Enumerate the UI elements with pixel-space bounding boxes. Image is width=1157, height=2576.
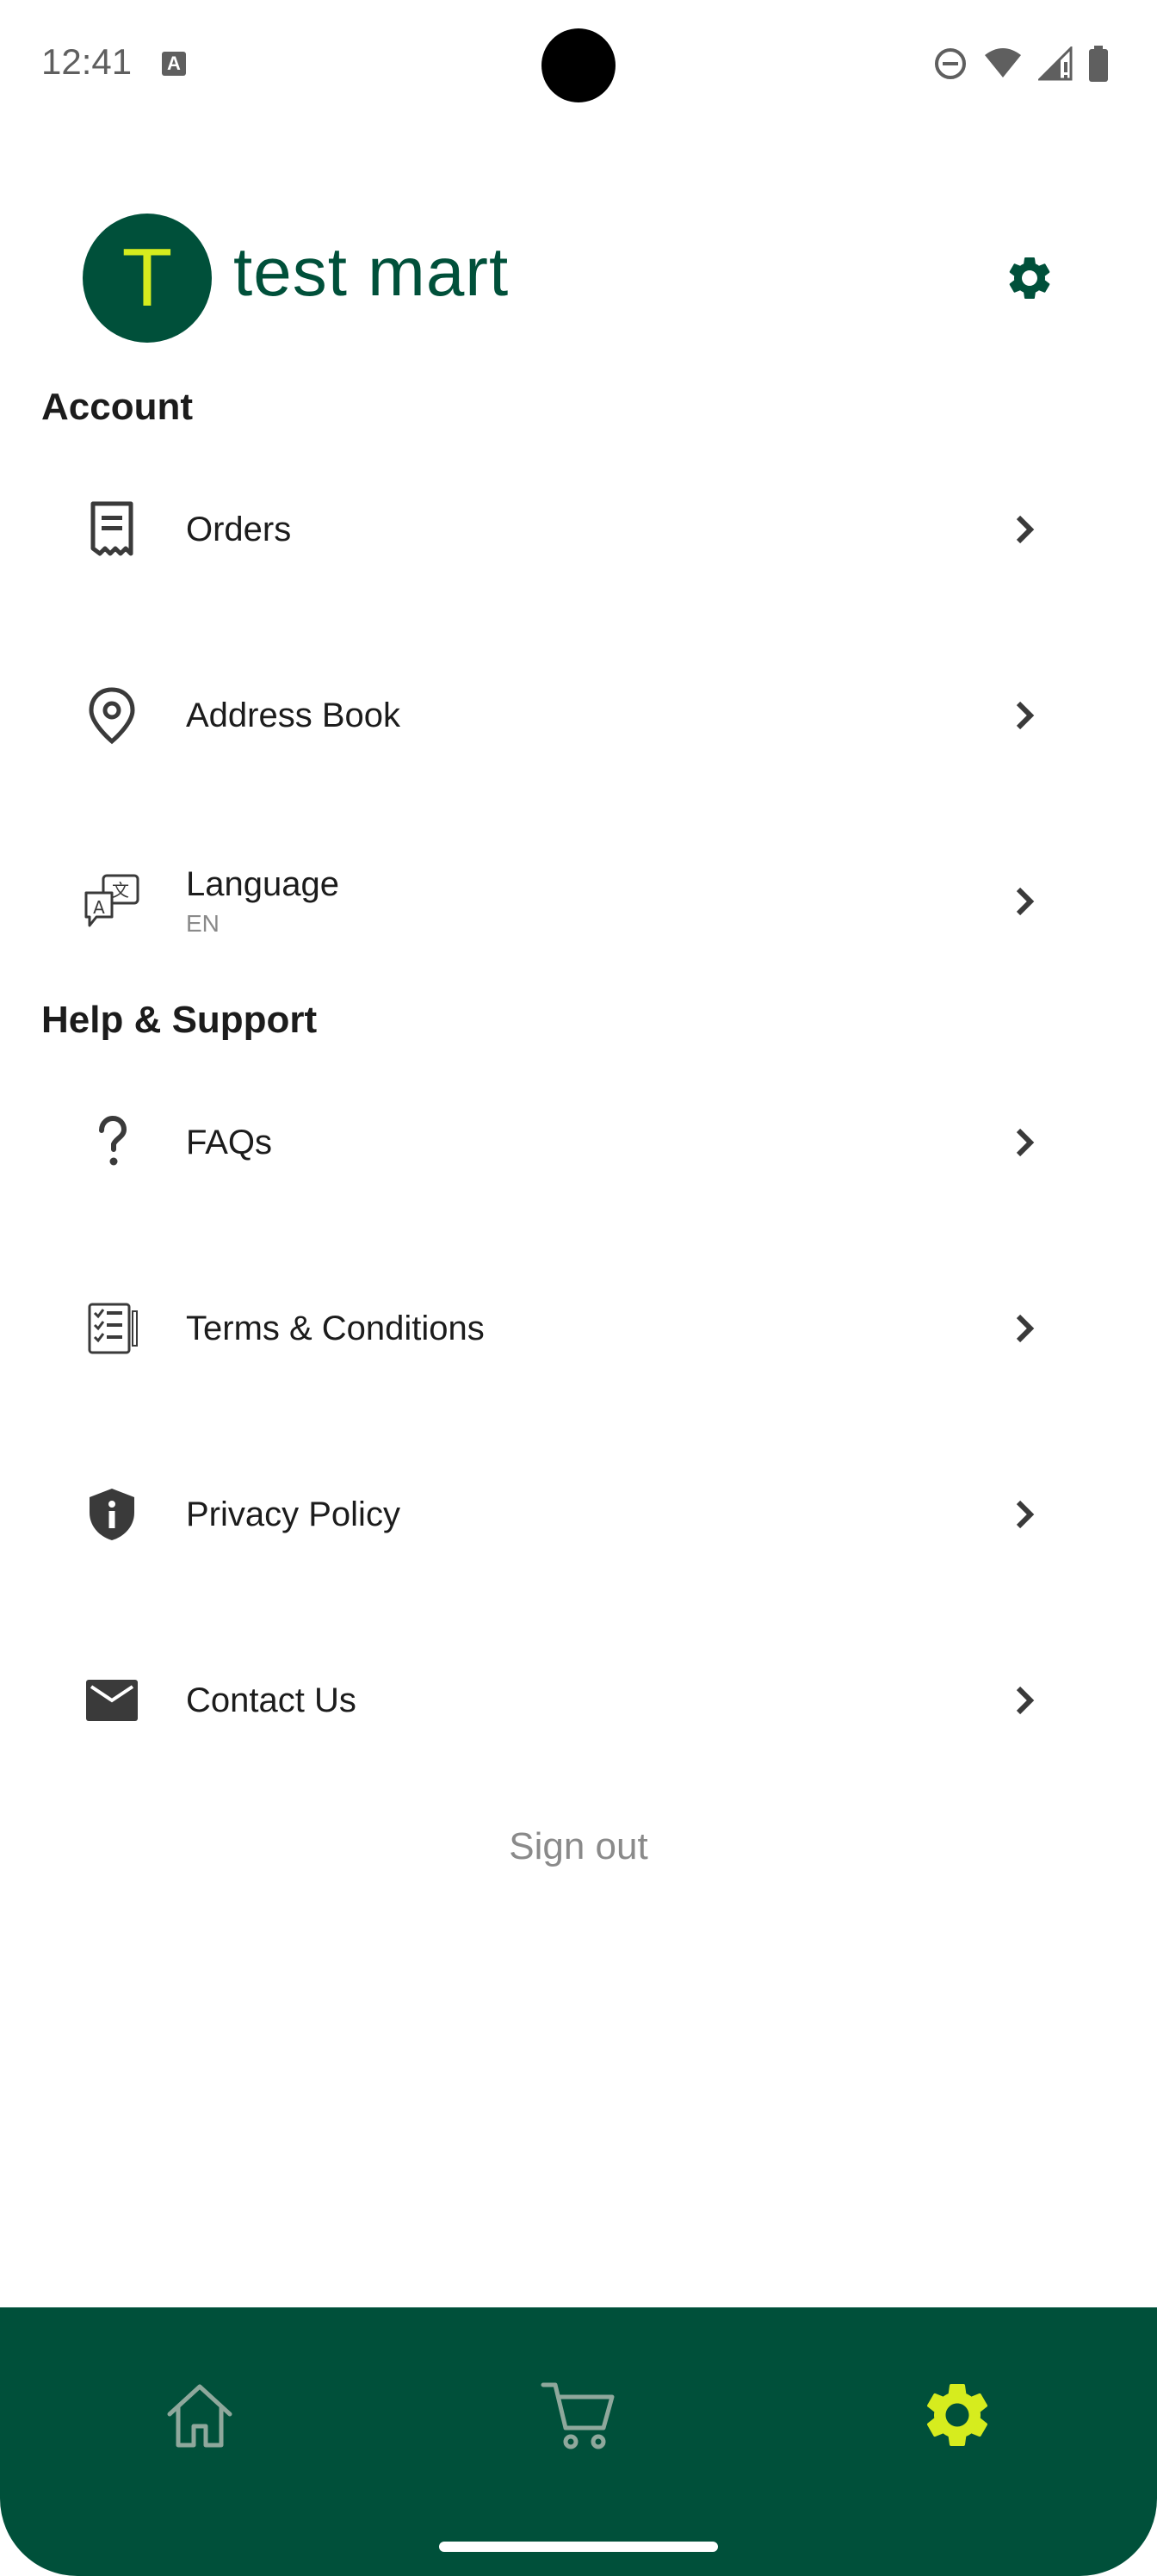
home-icon[interactable] [161, 2376, 238, 2454]
cart-icon[interactable] [540, 2376, 617, 2454]
status-icons [933, 45, 1109, 83]
shield-info-icon [90, 1489, 134, 1540]
menu-item-orders[interactable]: Orders [41, 469, 1074, 590]
menu-item-terms-conditions[interactable]: Terms & Conditions [41, 1268, 1074, 1389]
menu-item-label: Privacy Policy [186, 1495, 400, 1533]
menu-item-label: Orders [186, 511, 292, 548]
sign-out-button[interactable]: Sign out [0, 1825, 1157, 1868]
gear-icon[interactable] [919, 2376, 996, 2454]
status-bar: 12:41 A [0, 0, 1157, 129]
menu-item-label: FAQs [186, 1124, 273, 1161]
status-time: 12:41 [41, 41, 133, 82]
menu-item-label: Contact Us [186, 1681, 356, 1719]
menu-item-address-book[interactable]: Address Book [41, 655, 1074, 776]
translate-icon: 文 A [84, 874, 139, 927]
menu-item-contact-us[interactable]: Contact Us [41, 1640, 1074, 1761]
do-not-disturb-icon [935, 48, 966, 79]
chevron-right-icon [1016, 1314, 1035, 1343]
location-pin-icon [89, 687, 135, 745]
avatar[interactable]: T [83, 214, 212, 343]
menu-item-language[interactable]: 文 A Language EN [41, 841, 1074, 962]
chevron-right-icon [1016, 887, 1035, 916]
section-title-help-support: Help & Support [41, 999, 318, 1041]
document-checklist-icon [88, 1303, 138, 1354]
section-title-account: Account [41, 386, 193, 428]
menu-item-faqs[interactable]: FAQs [41, 1082, 1074, 1203]
store-name: test mart [233, 233, 510, 310]
signal-icon [1038, 46, 1073, 81]
menu-item-label: Address Book [186, 697, 401, 734]
chevron-right-icon [1016, 1128, 1035, 1157]
menu-item-label: Terms & Conditions [186, 1310, 485, 1347]
camera-cutout [541, 28, 616, 102]
app-notification-icon: A [162, 52, 186, 76]
menu-item-label: Language [186, 865, 339, 903]
chevron-right-icon [1016, 1500, 1035, 1529]
receipt-icon [90, 501, 133, 556]
svg-text:A: A [93, 897, 105, 918]
question-mark-icon [99, 1115, 127, 1166]
gesture-navigation-bar[interactable] [439, 2542, 718, 2552]
chevron-right-icon [1016, 701, 1035, 730]
menu-item-privacy-policy[interactable]: Privacy Policy [41, 1454, 1074, 1575]
gear-icon[interactable] [1004, 252, 1055, 304]
wifi-icon [985, 48, 1021, 77]
envelope-icon [86, 1680, 138, 1721]
battery-icon [1089, 46, 1108, 82]
bottom-navigation [0, 2307, 1157, 2576]
chevron-right-icon [1016, 515, 1035, 544]
svg-text:文: 文 [112, 880, 129, 901]
chevron-right-icon [1016, 1686, 1035, 1715]
language-current-value: EN [186, 910, 220, 937]
app-screen: 12:41 A T test mart Account Orders Addre… [0, 0, 1157, 2576]
profile-header: T test mart [83, 214, 1073, 343]
